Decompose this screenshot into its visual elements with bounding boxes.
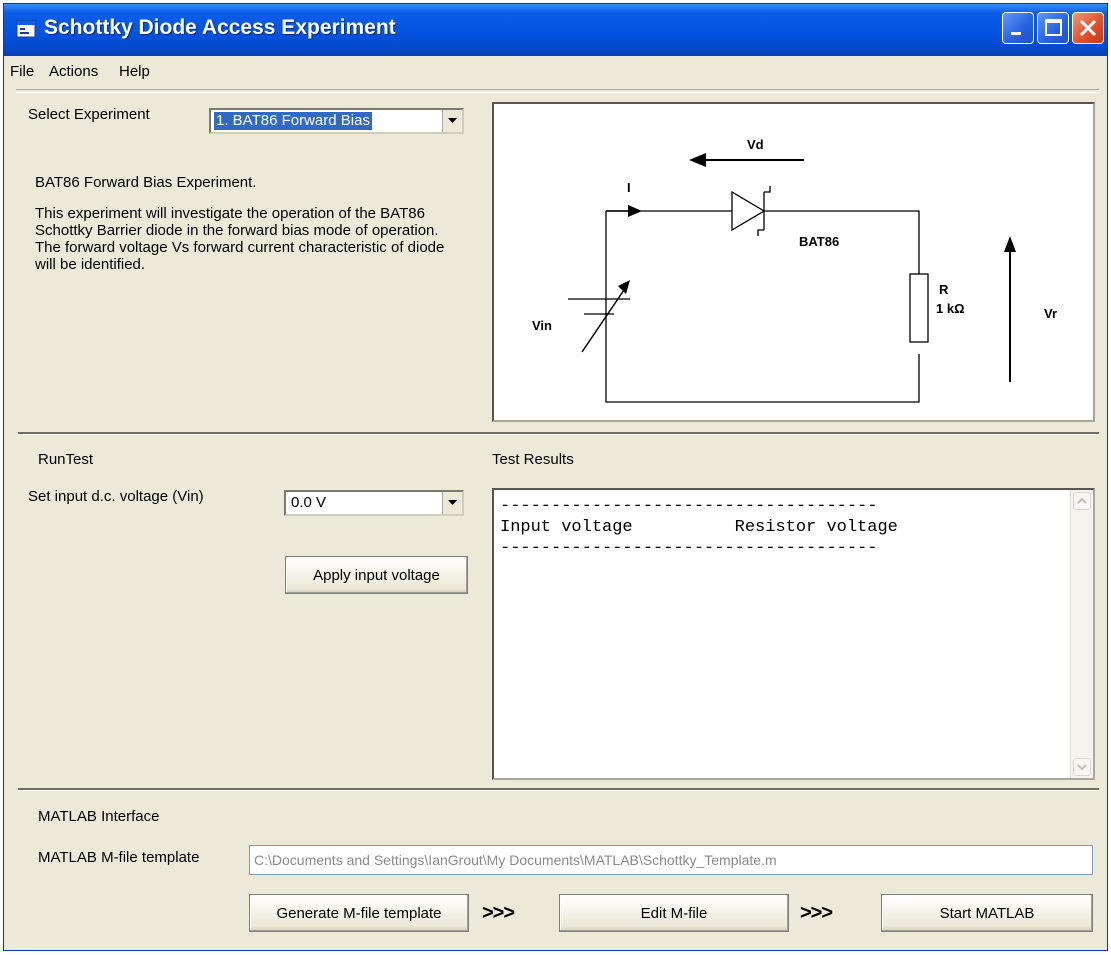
label-current: I bbox=[627, 180, 631, 195]
vin-select-value: 0.0 V bbox=[291, 494, 327, 511]
vin-dropdown-button[interactable] bbox=[442, 492, 462, 514]
title-bar[interactable]: Schottky Diode Access Experiment bbox=[4, 4, 1107, 56]
chevron-up-icon bbox=[1077, 497, 1087, 504]
divider bbox=[16, 89, 1099, 93]
experiment-dropdown-button[interactable] bbox=[442, 110, 462, 132]
chevron-down-icon bbox=[448, 500, 457, 505]
label-r-value: 1 kΩ bbox=[936, 301, 965, 316]
experiment-title: BAT86 Forward Bias Experiment. bbox=[35, 174, 257, 191]
test-results-box[interactable]: ------------------------------------- In… bbox=[492, 488, 1095, 780]
circuit-schematic: Vd I BAT86 R 1 kΩ Vin Vr bbox=[532, 137, 1057, 403]
run-test-label: RunTest bbox=[38, 451, 94, 468]
matlab-interface-label: MATLAB Interface bbox=[38, 808, 160, 825]
test-results-label: Test Results bbox=[492, 451, 574, 468]
menu-help[interactable]: Help bbox=[119, 63, 150, 80]
circuit-diagram: Vd I BAT86 R 1 kΩ Vin Vr bbox=[492, 102, 1095, 422]
window-title: Schottky Diode Access Experiment bbox=[44, 16, 396, 39]
experiment-description: BAT86 Forward Bias Experiment. This expe… bbox=[35, 174, 465, 287]
section-divider bbox=[18, 788, 1099, 791]
section-divider bbox=[18, 432, 1099, 435]
generate-mfile-button[interactable]: Generate M-file template bbox=[249, 894, 469, 932]
maximize-button[interactable] bbox=[1037, 12, 1069, 44]
mfile-path-field[interactable]: C:\Documents and Settings\IanGrout\My Do… bbox=[249, 845, 1093, 875]
test-results-text: ------------------------------------- In… bbox=[500, 497, 898, 558]
label-vin: Vin bbox=[532, 318, 552, 333]
menu-bar: File Actions Help bbox=[4, 56, 1107, 86]
app-icon bbox=[16, 20, 36, 38]
minimize-icon bbox=[1011, 32, 1021, 35]
select-experiment-label: Select Experiment bbox=[28, 106, 150, 123]
close-button[interactable] bbox=[1072, 12, 1104, 44]
menu-actions[interactable]: Actions bbox=[49, 63, 98, 80]
experiment-body: This experiment will investigate the ope… bbox=[35, 205, 445, 273]
minimize-button[interactable] bbox=[1002, 12, 1034, 44]
chevron-down-icon bbox=[1077, 764, 1087, 771]
label-r: R bbox=[939, 282, 949, 297]
edit-mfile-button[interactable]: Edit M-file bbox=[559, 894, 789, 932]
mfile-template-label: MATLAB M-file template bbox=[38, 849, 200, 866]
apply-voltage-button[interactable]: Apply input voltage bbox=[285, 556, 468, 594]
results-scrollbar[interactable] bbox=[1070, 490, 1093, 778]
app-window: Schottky Diode Access Experiment File Ac… bbox=[3, 3, 1108, 951]
scroll-up-button[interactable] bbox=[1073, 492, 1091, 510]
experiment-select-value: 1. BAT86 Forward Bias bbox=[214, 112, 372, 130]
chevron-down-icon bbox=[448, 118, 457, 123]
experiment-select[interactable]: 1. BAT86 Forward Bias bbox=[209, 108, 464, 134]
label-diode: BAT86 bbox=[799, 234, 839, 249]
menu-file[interactable]: File bbox=[10, 63, 34, 80]
close-icon bbox=[1079, 19, 1097, 37]
label-vd: Vd bbox=[747, 137, 764, 152]
vin-select[interactable]: 0.0 V bbox=[284, 490, 464, 516]
scroll-down-button[interactable] bbox=[1073, 758, 1091, 776]
arrows-separator: >>> bbox=[800, 902, 833, 924]
arrows-separator: >>> bbox=[482, 902, 515, 924]
vin-label: Set input d.c. voltage (Vin) bbox=[28, 488, 204, 505]
maximize-icon bbox=[1045, 19, 1062, 36]
start-matlab-button[interactable]: Start MATLAB bbox=[881, 894, 1093, 932]
label-vr: Vr bbox=[1044, 306, 1057, 321]
